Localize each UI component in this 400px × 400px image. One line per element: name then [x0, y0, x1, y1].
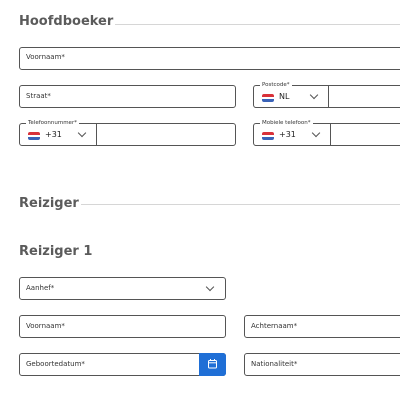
section-title-reiziger: Reiziger — [19, 196, 79, 211]
calendar-button[interactable] — [199, 353, 226, 376]
telefoon-field[interactable]: Telefoonnummer* +31 — [19, 119, 236, 146]
achternaam-field[interactable]: Achternaam* — [244, 315, 400, 338]
aanhef-select[interactable]: Aanhef* — [19, 277, 226, 300]
selector-divider — [96, 124, 97, 145]
field-label: Straat* — [26, 92, 51, 100]
subsection-title-reiziger-1: Reiziger 1 — [19, 244, 93, 259]
chevron-down-icon[interactable] — [309, 90, 319, 100]
section-divider — [81, 204, 400, 205]
straat-field[interactable]: Straat* — [19, 85, 236, 108]
mobiel-field[interactable]: Mobiele telefoon* +31 — [253, 119, 400, 146]
dial-code: +31 — [279, 130, 296, 139]
chevron-down-icon — [205, 282, 215, 292]
field-legend: Postcode* — [260, 81, 292, 89]
field-label: Nationaliteit* — [251, 360, 298, 368]
field-label: Voornaam* — [26, 53, 65, 61]
postcode-field[interactable]: Postcode* NL — [253, 81, 400, 108]
field-legend: Mobiele telefoon* — [260, 119, 313, 127]
field-label: Geboortedatum* — [26, 360, 85, 368]
hoofdboeker-voornaam-field[interactable]: Voornaam* — [19, 47, 400, 70]
selector-divider — [328, 86, 329, 107]
netherlands-flag-icon — [28, 132, 40, 140]
calendar-icon — [208, 359, 217, 369]
section-divider — [115, 24, 400, 25]
geboortedatum-field[interactable]: Geboortedatum* — [19, 353, 226, 376]
reiziger-voornaam-field[interactable]: Voornaam* — [19, 315, 226, 338]
nationaliteit-field[interactable]: Nationaliteit* — [244, 353, 400, 376]
chevron-down-icon[interactable] — [311, 128, 321, 138]
field-legend: Telefoonnummer* — [26, 119, 79, 127]
selector-divider — [330, 124, 331, 145]
field-label: Voornaam* — [26, 322, 65, 330]
chevron-down-icon[interactable] — [77, 128, 87, 138]
netherlands-flag-icon — [262, 94, 274, 102]
netherlands-flag-icon — [262, 132, 274, 140]
field-label: Aanhef* — [26, 284, 55, 292]
field-label: Achternaam* — [251, 322, 298, 330]
dial-code: +31 — [45, 130, 62, 139]
country-code: NL — [279, 92, 290, 101]
section-title-hoofdboeker: Hoofdboeker — [19, 14, 114, 29]
